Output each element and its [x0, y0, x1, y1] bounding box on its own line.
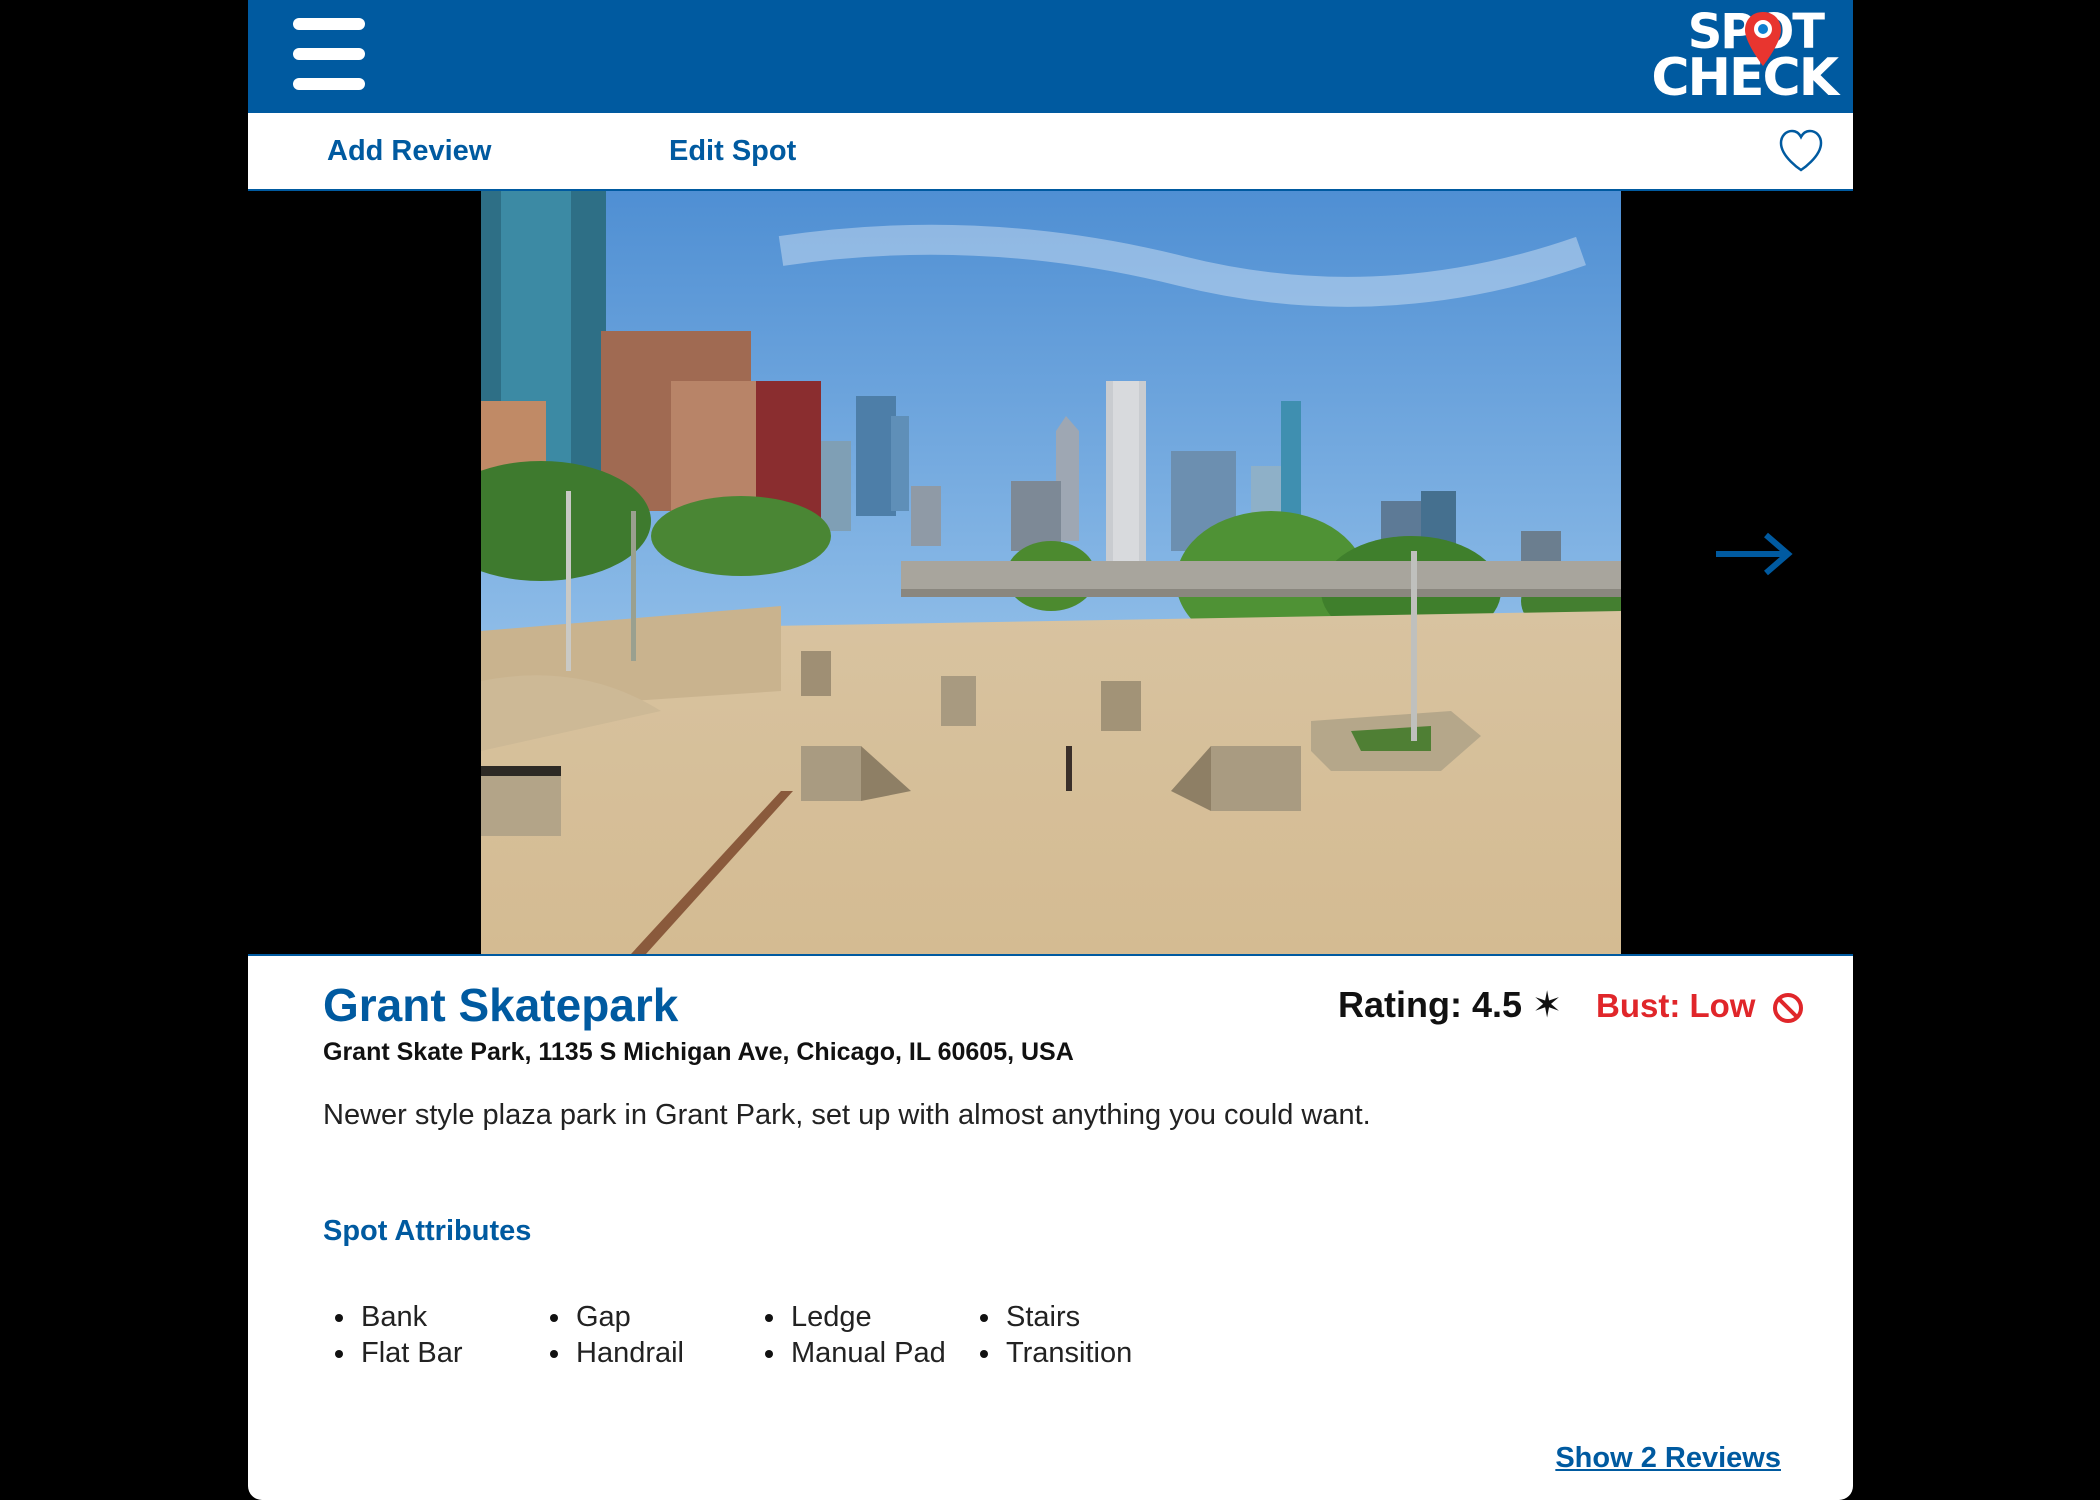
attribute-item: Flat Bar: [323, 1335, 463, 1371]
add-review-link[interactable]: Add Review: [327, 135, 491, 168]
attribute-item: Bank: [323, 1299, 463, 1335]
attributes-column-2: Gap Handrail: [538, 1299, 684, 1371]
attribute-item: Transition: [968, 1335, 1132, 1371]
edit-spot-link[interactable]: Edit Spot: [669, 135, 796, 168]
attribute-item: Manual Pad: [753, 1335, 946, 1371]
prohibited-icon: [1772, 993, 1803, 1024]
attributes-column-3: Ledge Manual Pad: [753, 1299, 946, 1371]
spot-address: Grant Skate Park, 1135 S Michigan Ave, C…: [323, 1038, 1074, 1066]
spot-action-bar: Add Review Edit Spot: [248, 113, 1853, 191]
heart-outline-icon[interactable]: [1777, 127, 1825, 175]
spot-rating: Rating: 4.5 ✶: [1338, 984, 1563, 1025]
photo-gallery: [248, 191, 1853, 954]
top-bar: SPOT CHECK: [248, 0, 1853, 113]
attribute-item: Stairs: [968, 1299, 1132, 1335]
skatepark-photo[interactable]: [481, 191, 1621, 954]
attributes-column-4: Stairs Transition: [968, 1299, 1132, 1371]
map-pin-icon: [1745, 12, 1781, 66]
bust-level: Bust: Low: [1596, 987, 1805, 1025]
spot-attributes-heading: Spot Attributes: [323, 1215, 532, 1247]
show-reviews-link[interactable]: Show 2 Reviews: [1555, 1442, 1781, 1475]
spot-title: Grant Skatepark: [323, 979, 679, 1031]
attributes-column-1: Bank Flat Bar: [323, 1299, 463, 1371]
spot-description: Newer style plaza park in Grant Park, se…: [323, 1099, 1371, 1131]
bust-label: Bust: Low: [1596, 987, 1756, 1024]
hamburger-menu-icon[interactable]: [293, 18, 365, 90]
arrow-right-icon[interactable]: [1714, 529, 1794, 579]
spot-details-panel: Grant Skatepark Grant Skate Park, 1135 S…: [248, 954, 1853, 1500]
attribute-item: Ledge: [753, 1299, 946, 1335]
attribute-item: Gap: [538, 1299, 684, 1335]
spot-detail-app: SPOT CHECK Add Review Edit Spot: [248, 0, 1853, 1500]
attribute-item: Handrail: [538, 1335, 684, 1371]
spot-check-logo[interactable]: SPOT CHECK: [1607, 8, 1839, 104]
